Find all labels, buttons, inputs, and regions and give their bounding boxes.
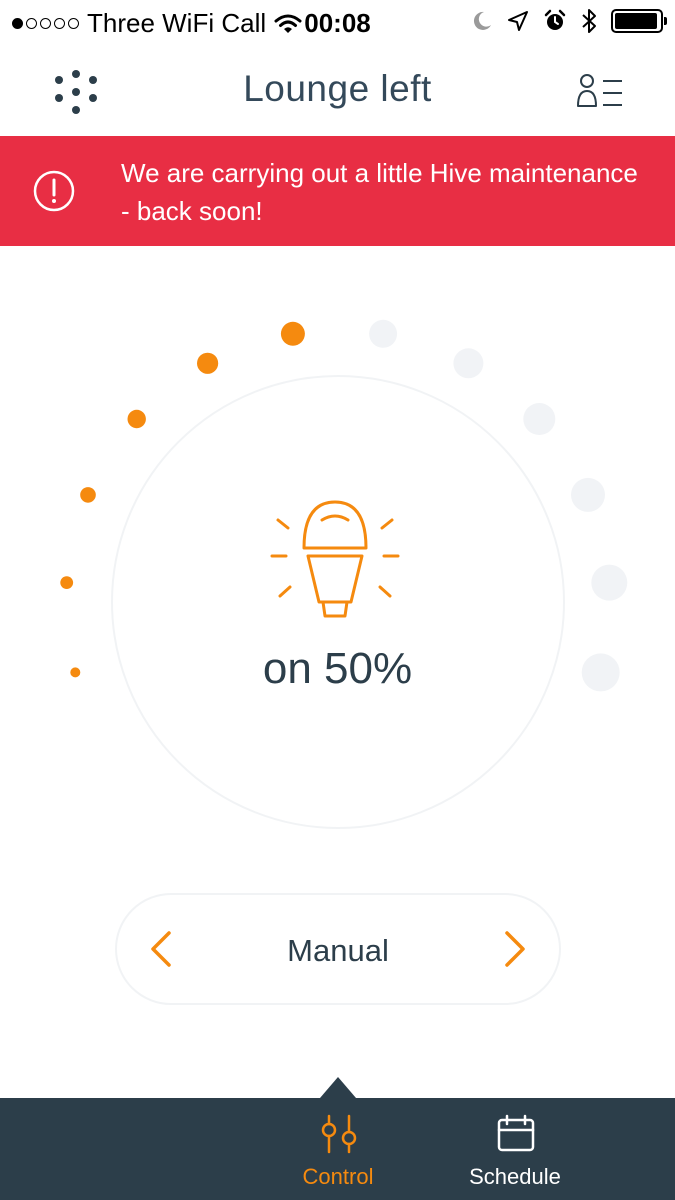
moon-icon bbox=[473, 11, 491, 30]
tab-schedule-label: Schedule bbox=[469, 1164, 561, 1189]
dial-step-active[interactable] bbox=[60, 576, 74, 589]
tab-bar: Control Schedule bbox=[0, 1098, 675, 1200]
account-list-icon[interactable] bbox=[577, 72, 623, 110]
dial-step-inactive[interactable] bbox=[571, 477, 605, 512]
calendar-icon bbox=[497, 1114, 535, 1152]
status-bar: Three WiFi Call 00:08 bbox=[0, 0, 675, 46]
nav-bar: Lounge left bbox=[0, 46, 675, 136]
dial-step-inactive[interactable] bbox=[369, 319, 398, 348]
sliders-icon bbox=[321, 1114, 357, 1154]
banner-message: We are carrying out a little Hive mainte… bbox=[121, 158, 638, 226]
battery-icon bbox=[611, 9, 667, 33]
dial-step-active[interactable] bbox=[80, 487, 96, 503]
light-bulb-icon[interactable] bbox=[270, 498, 400, 628]
dial-step-active[interactable] bbox=[280, 321, 305, 346]
maintenance-banner: We are carrying out a little Hive mainte… bbox=[0, 136, 675, 246]
active-tab-pointer bbox=[320, 1077, 356, 1098]
mode-selector: Manual bbox=[115, 893, 561, 1005]
alert-circle-icon bbox=[33, 170, 75, 212]
dial-step-inactive[interactable] bbox=[523, 403, 556, 435]
status-right bbox=[471, 8, 667, 34]
dial-step-active[interactable] bbox=[127, 409, 146, 429]
bluetooth-icon bbox=[582, 9, 596, 33]
chevron-right-icon[interactable] bbox=[493, 927, 537, 971]
tab-control-label: Control bbox=[302, 1164, 374, 1189]
tab-schedule[interactable]: Schedule bbox=[425, 1098, 605, 1200]
brightness-value: on 50% bbox=[262, 644, 413, 693]
dial-step-inactive[interactable] bbox=[453, 348, 484, 379]
dial-step-active[interactable] bbox=[197, 352, 219, 374]
tab-control[interactable]: Control bbox=[248, 1098, 428, 1200]
alarm-icon bbox=[544, 9, 566, 30]
location-arrow-icon bbox=[508, 11, 528, 31]
dial-step-inactive[interactable] bbox=[591, 564, 628, 601]
page-title: Lounge left bbox=[243, 68, 432, 109]
brightness-dial-area: on 50% bbox=[0, 246, 675, 886]
